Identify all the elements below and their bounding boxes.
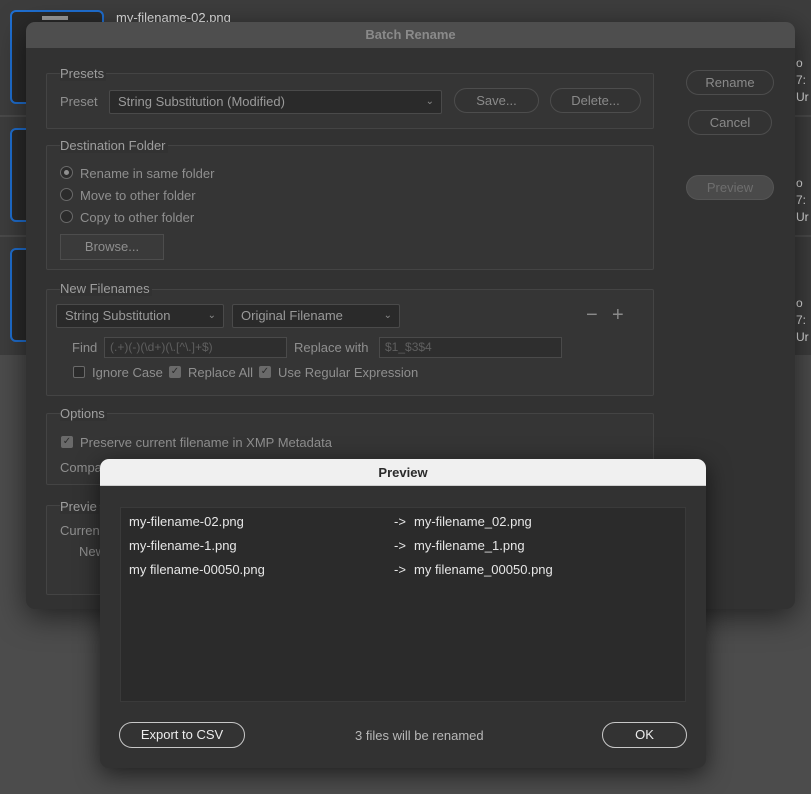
export-csv-button[interactable]: Export to CSV (119, 722, 245, 748)
file-meta-line: Ur (796, 90, 809, 104)
source-value: Original Filename (241, 308, 343, 323)
chevron-down-icon: ⌄ (383, 310, 392, 321)
preview-legend: Previe (60, 499, 99, 514)
plus-icon[interactable]: + (612, 305, 624, 325)
original-filename: my filename-00050.png (129, 562, 265, 577)
radio-label: Move to other folder (80, 188, 196, 203)
chevron-down-icon: ⌄ (207, 310, 216, 321)
preview-button[interactable]: Preview (686, 175, 774, 200)
compatibility-label: Compa (60, 460, 102, 475)
destination-legend: Destination Folder (60, 138, 168, 153)
rename-arrow: -> (394, 562, 406, 577)
radio-label: Rename in same folder (80, 166, 215, 181)
rename-preview-list[interactable]: my-filename-02.png -> my-filename_02.png… (120, 507, 686, 702)
thumbnail-preview (42, 16, 68, 20)
file-meta-line: Ur (796, 330, 809, 344)
radio-move-folder[interactable] (60, 188, 73, 201)
file-meta-line: Ur (796, 210, 809, 224)
rename-count-status: 3 files will be renamed (355, 728, 484, 743)
ok-button[interactable]: OK (602, 722, 687, 748)
preset-select[interactable]: String Substitution (Modified) ⌄ (109, 90, 442, 114)
use-regex-checkbox[interactable]: ✓ (259, 366, 271, 378)
radio-copy-folder[interactable] (60, 210, 73, 223)
radio-same-folder[interactable] (60, 166, 73, 179)
cancel-button[interactable]: Cancel (688, 110, 772, 135)
radio-label: Copy to other folder (80, 210, 195, 225)
replace-all-label: Replace All (188, 365, 254, 380)
save-preset-button[interactable]: Save... (454, 88, 539, 113)
new-filenames-legend: New Filenames (60, 281, 152, 296)
preserve-filename-label: Preserve current filename in XMP Metadat… (80, 435, 332, 450)
find-input[interactable]: (.+)(-)(\d+)(\.[^\.]+$) (104, 337, 287, 358)
ignore-case-label: Ignore Case (92, 365, 163, 380)
ignore-case-checkbox[interactable] (73, 366, 85, 378)
find-label: Find (72, 340, 98, 355)
chevron-down-icon: ⌄ (425, 96, 434, 107)
naming-type-select[interactable]: String Substitution ⌄ (56, 304, 224, 328)
delete-preset-button[interactable]: Delete... (550, 88, 641, 113)
file-meta-line: o 7: (796, 176, 807, 207)
preview-modal: Preview my-filename-02.png -> my-filenam… (100, 459, 706, 768)
renamed-filename: my filename_00050.png (414, 562, 553, 577)
file-meta: o 7: Ur (796, 295, 811, 346)
rename-button[interactable]: Rename (686, 70, 774, 95)
file-meta: o 7: Ur (796, 55, 811, 106)
renamed-filename: my-filename_02.png (414, 514, 532, 529)
preserve-filename-checkbox[interactable]: ✓ (61, 436, 73, 448)
dialog-title: Batch Rename (26, 22, 795, 48)
replace-input[interactable]: $1_$3$4 (379, 337, 562, 358)
file-meta: o 7: Ur (796, 175, 811, 226)
original-filename: my-filename-02.png (129, 514, 244, 529)
minus-icon[interactable]: − (586, 305, 598, 325)
preset-selected-value: String Substitution (Modified) (118, 94, 285, 109)
preview-modal-title: Preview (100, 459, 706, 486)
rename-arrow: -> (394, 538, 406, 553)
presets-legend: Presets (60, 66, 107, 81)
renamed-filename: my-filename_1.png (414, 538, 525, 553)
use-regex-label: Use Regular Expression (278, 365, 419, 380)
original-filename: my-filename-1.png (129, 538, 237, 553)
preset-label: Preset (60, 94, 98, 109)
file-meta-line: o 7: (796, 56, 807, 87)
options-legend: Options (60, 406, 107, 421)
rename-arrow: -> (394, 514, 406, 529)
file-meta-line: o 7: (796, 296, 807, 327)
current-filename-label: Curren (60, 523, 100, 538)
source-select[interactable]: Original Filename ⌄ (232, 304, 400, 328)
naming-type-value: String Substitution (65, 308, 171, 323)
browse-button[interactable]: Browse... (60, 234, 164, 260)
replace-all-checkbox[interactable]: ✓ (169, 366, 181, 378)
replace-label: Replace with (294, 340, 369, 355)
